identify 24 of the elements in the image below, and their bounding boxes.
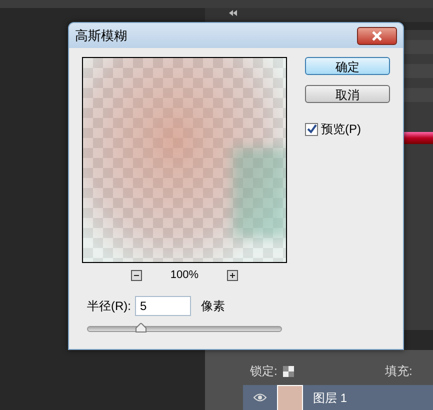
layer-thumbnail [277,384,303,410]
window-title: 高斯模糊 [75,26,127,45]
fill-label: 填充: [385,363,412,380]
layer-name: 图层 1 [313,390,348,406]
lock-label: 锁定: [250,363,278,380]
radius-input[interactable]: 5 [135,296,191,316]
dialog-button[interactable]: 确定 [305,57,390,75]
lock-transparency-icon[interactable] [283,366,294,376]
collapse-icon[interactable] [229,10,237,16]
zoom-out-button[interactable] [131,270,142,280]
unit-label: 像素 [201,298,225,315]
zoom-level: 100% [170,268,199,283]
radius-slider[interactable] [87,326,282,332]
zoom-in-button[interactable] [226,270,238,280]
radius-label: 半径(R): [87,298,131,315]
close-button[interactable] [357,26,397,44]
close-icon [372,30,382,40]
preview-label: 预览(P) [321,121,361,138]
layer-row[interactable]: 图层 1 [243,385,433,410]
preview-checkbox[interactable] [305,122,318,136]
slider-thumb[interactable] [134,323,147,333]
plus-icon [228,272,236,278]
eye-icon[interactable] [253,393,267,402]
dialog-button[interactable]: 取消 [305,85,390,103]
